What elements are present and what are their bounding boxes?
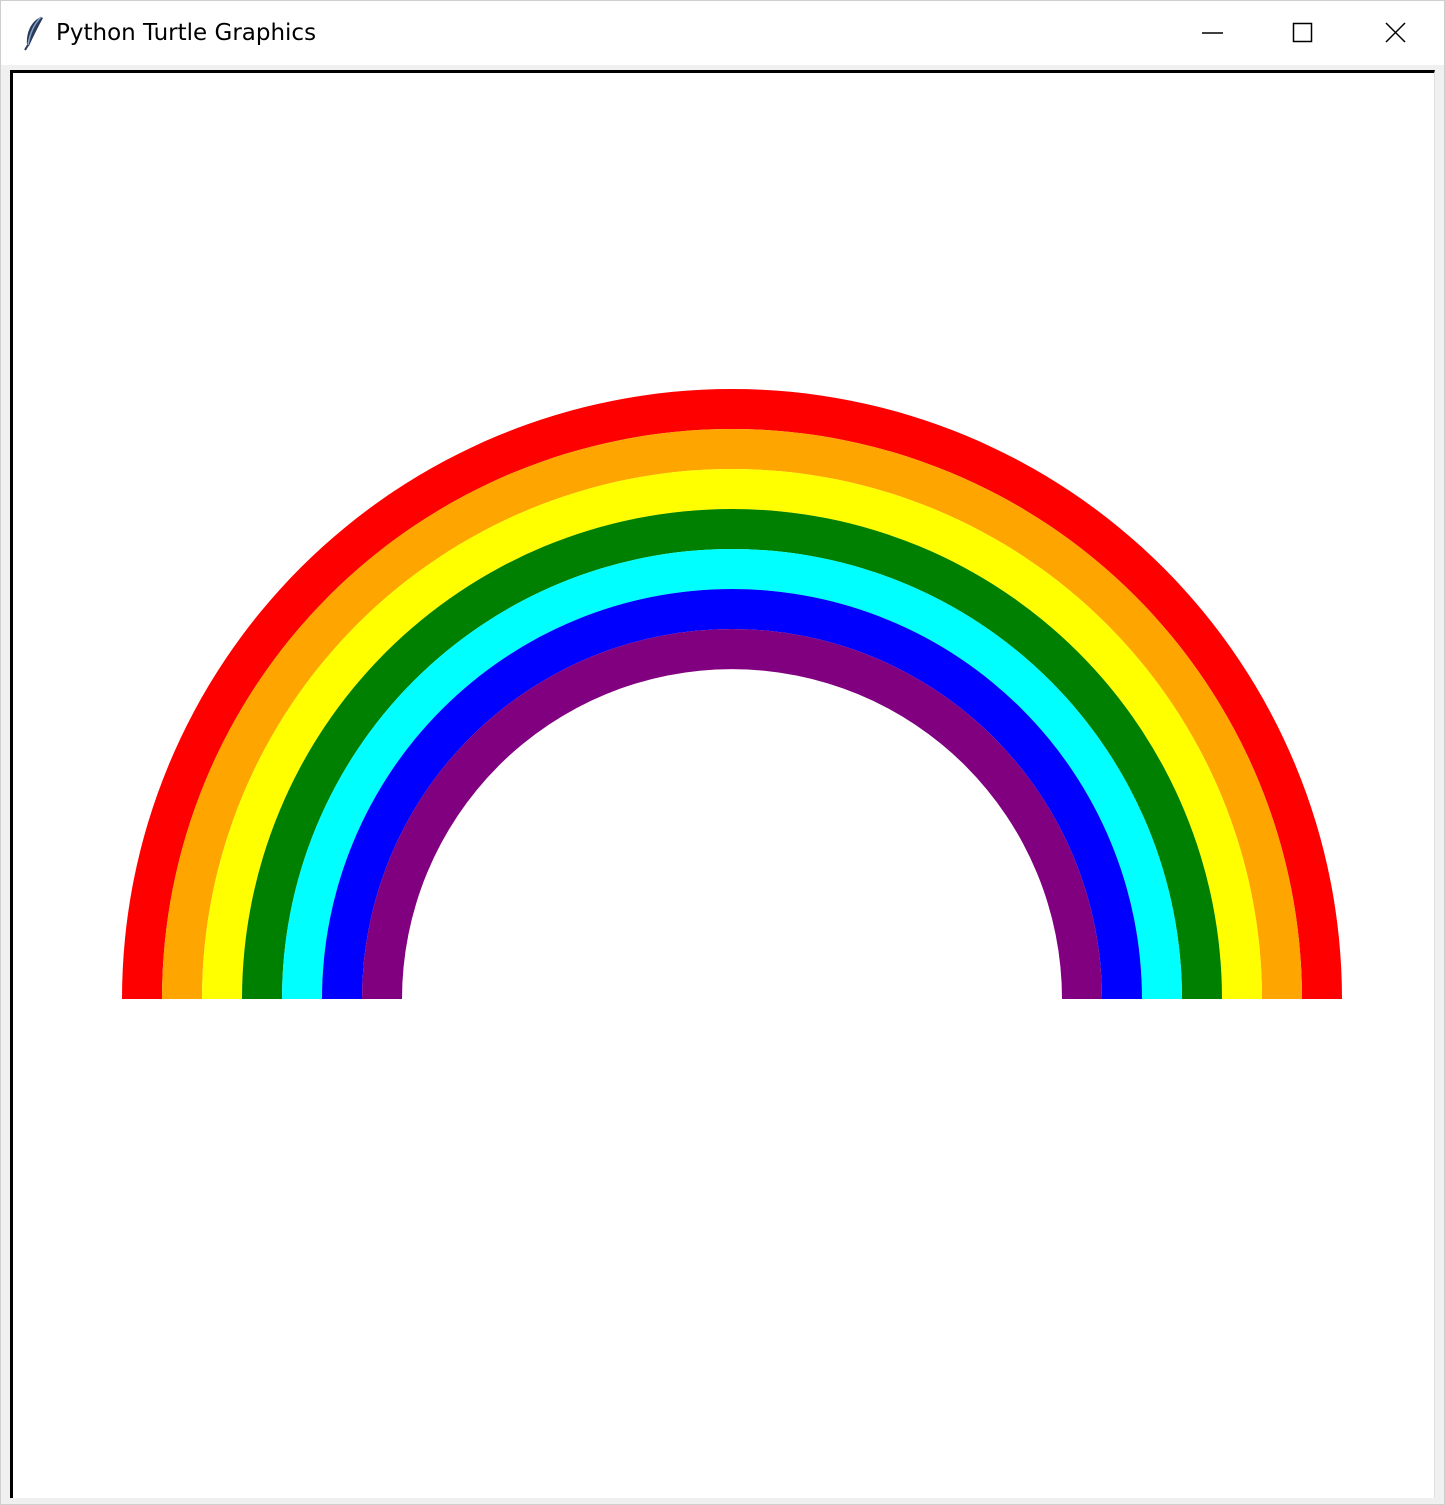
rainbow-drawing [122, 389, 1342, 999]
minimize-button[interactable] [1166, 1, 1258, 65]
turtle-window: Python Turtle Graphics [0, 0, 1445, 1505]
window-title: Python Turtle Graphics [56, 20, 317, 46]
turtle-canvas[interactable] [10, 70, 1435, 1498]
feather-icon [21, 15, 47, 51]
close-icon [1385, 22, 1406, 43]
maximize-button[interactable] [1257, 1, 1349, 65]
title-bar[interactable]: Python Turtle Graphics [1, 1, 1444, 65]
maximize-icon [1292, 22, 1313, 43]
close-button[interactable] [1349, 1, 1441, 65]
